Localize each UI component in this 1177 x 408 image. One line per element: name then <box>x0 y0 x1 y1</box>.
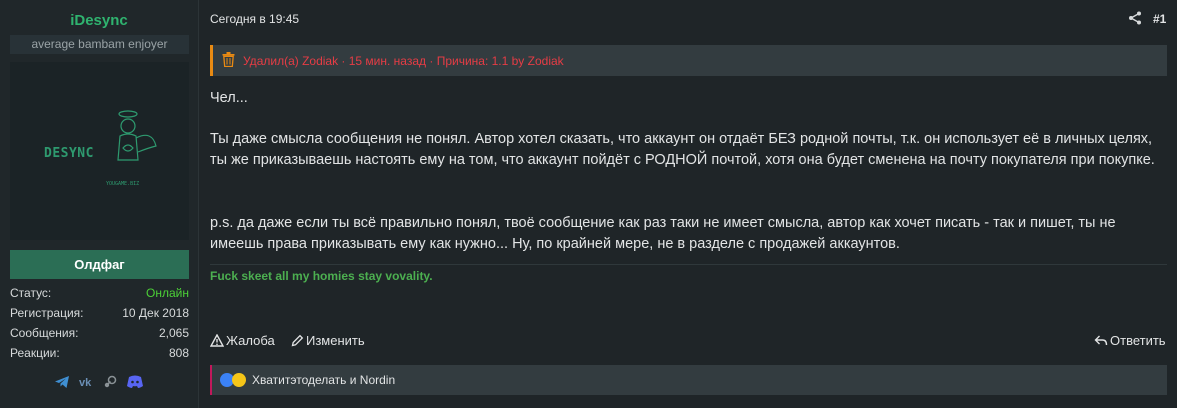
deleted-notice-text: Удалил(а) Zodiak · 15 мин. назад · Причи… <box>243 54 564 68</box>
stat-value: Онлайн <box>146 286 189 300</box>
stat-registration: Регистрация: 10 Дек 2018 <box>10 306 189 322</box>
stat-value: 2,065 <box>158 326 189 340</box>
reply-label: Ответить <box>1110 333 1166 348</box>
stat-messages: Сообщения: 2,065 <box>10 326 189 342</box>
reactions-users[interactable]: Хватитэтоделать и Nordin <box>252 373 395 387</box>
message-paragraph: Чел... <box>210 90 248 106</box>
user-rank-banner: Олдфаг <box>10 250 189 279</box>
message-paragraph: Ты даже смысла сообщения не понял. Автор… <box>210 131 1155 168</box>
stat-label: Статус: <box>10 286 52 300</box>
reactions-bar[interactable]: Хватитэтоделать и Nordin <box>210 365 1167 395</box>
username-link[interactable]: iDesync <box>0 12 198 29</box>
stat-label: Сообщения: <box>10 326 79 340</box>
share-icon[interactable] <box>1128 11 1142 30</box>
user-title: average bambam enjoyer <box>10 35 189 54</box>
steam-icon[interactable] <box>102 374 118 395</box>
stat-status: Статус: Онлайн <box>10 286 189 302</box>
stat-value: 10 Дек 2018 <box>122 306 189 320</box>
warning-icon <box>210 334 224 347</box>
discord-icon[interactable] <box>126 374 144 395</box>
signature: Fuck skeet all my homies stay vovality. <box>210 269 433 283</box>
report-label: Жалоба <box>226 333 275 348</box>
angel-icon <box>117 110 157 161</box>
reply-button[interactable]: Ответить <box>1094 333 1169 349</box>
avatar-logo-subtext: YOUGAME.BIZ <box>106 181 140 187</box>
trash-icon <box>222 52 235 72</box>
post-number-link[interactable]: #1 <box>1153 12 1166 26</box>
avatar-logo-text: DESYNC <box>44 146 94 161</box>
stat-label: Реакции: <box>10 346 60 360</box>
report-button[interactable]: Жалоба <box>210 333 280 349</box>
post-date[interactable]: Сегодня в 19:45 <box>210 12 299 26</box>
vk-icon[interactable]: vk <box>79 374 97 395</box>
svg-text:vk: vk <box>79 377 92 389</box>
stat-reactions: Реакции: 808 <box>10 346 189 362</box>
user-sidebar: iDesync average bambam enjoyer DESYNC YO… <box>0 0 199 408</box>
signature-divider <box>210 264 1167 265</box>
stat-value: 808 <box>168 346 189 360</box>
message-paragraph: p.s. да даже если ты всё правильно понял… <box>210 215 1116 252</box>
avatar[interactable]: DESYNC YOUGAME.BIZ <box>10 62 189 240</box>
post-main: Сегодня в 19:45 #1 Удалил(а) Zodiak · 15… <box>199 0 1177 408</box>
edit-button[interactable]: Изменить <box>291 333 371 349</box>
deleted-notice: Удалил(а) Zodiak · 15 мин. назад · Причи… <box>210 45 1167 76</box>
reply-icon <box>1094 335 1108 346</box>
edit-label: Изменить <box>306 333 365 348</box>
laugh-reaction-icon <box>232 373 246 387</box>
stat-label: Регистрация: <box>10 306 84 320</box>
pencil-icon <box>291 334 304 347</box>
telegram-icon[interactable] <box>54 374 70 395</box>
